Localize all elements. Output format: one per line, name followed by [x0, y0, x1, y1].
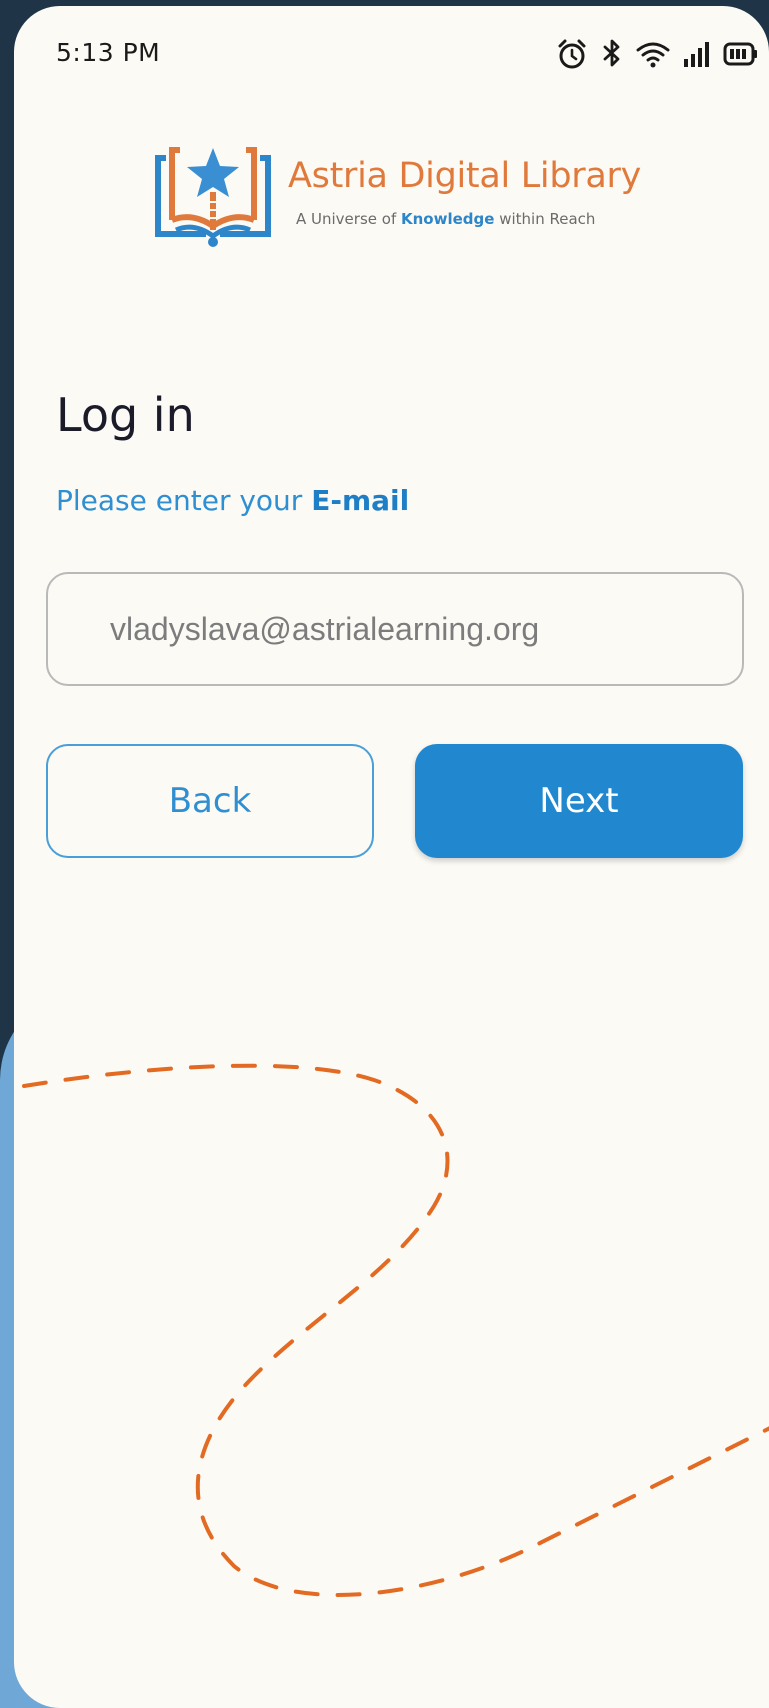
alarm-icon: [555, 37, 589, 71]
next-button[interactable]: Next: [415, 744, 743, 858]
email-input[interactable]: [46, 572, 744, 686]
dashed-curve-decoration: [22, 1063, 769, 1597]
logo-tagline: A Universe of Knowledge within Reach: [296, 210, 595, 228]
status-icons: [555, 36, 759, 72]
logo-tagline-suffix: within Reach: [494, 210, 596, 228]
subtitle-emphasis: E-mail: [311, 484, 410, 517]
wifi-icon: [635, 39, 671, 69]
brand-logo: Astria Digital Library A Universe of Kno…: [154, 146, 674, 256]
logo-tagline-keyword: Knowledge: [401, 210, 495, 228]
app-screen: 5:13 PM Astria Digital Library A Univers…: [14, 6, 769, 1708]
battery-icon: [723, 41, 759, 67]
page-title: Log in: [56, 388, 195, 442]
bluetooth-icon: [601, 37, 623, 71]
login-subtitle: Please enter your E-mail: [56, 484, 409, 517]
back-button[interactable]: Back: [46, 744, 374, 858]
logo-title: Astria Digital Library: [288, 156, 642, 196]
logo-tagline-prefix: A Universe of: [296, 210, 401, 228]
status-bar: 5:13 PM: [14, 6, 769, 96]
book-star-logo-icon: [155, 147, 271, 247]
status-time: 5:13 PM: [56, 38, 161, 67]
signal-icon: [683, 39, 711, 69]
subtitle-prefix: Please enter your: [56, 484, 312, 517]
